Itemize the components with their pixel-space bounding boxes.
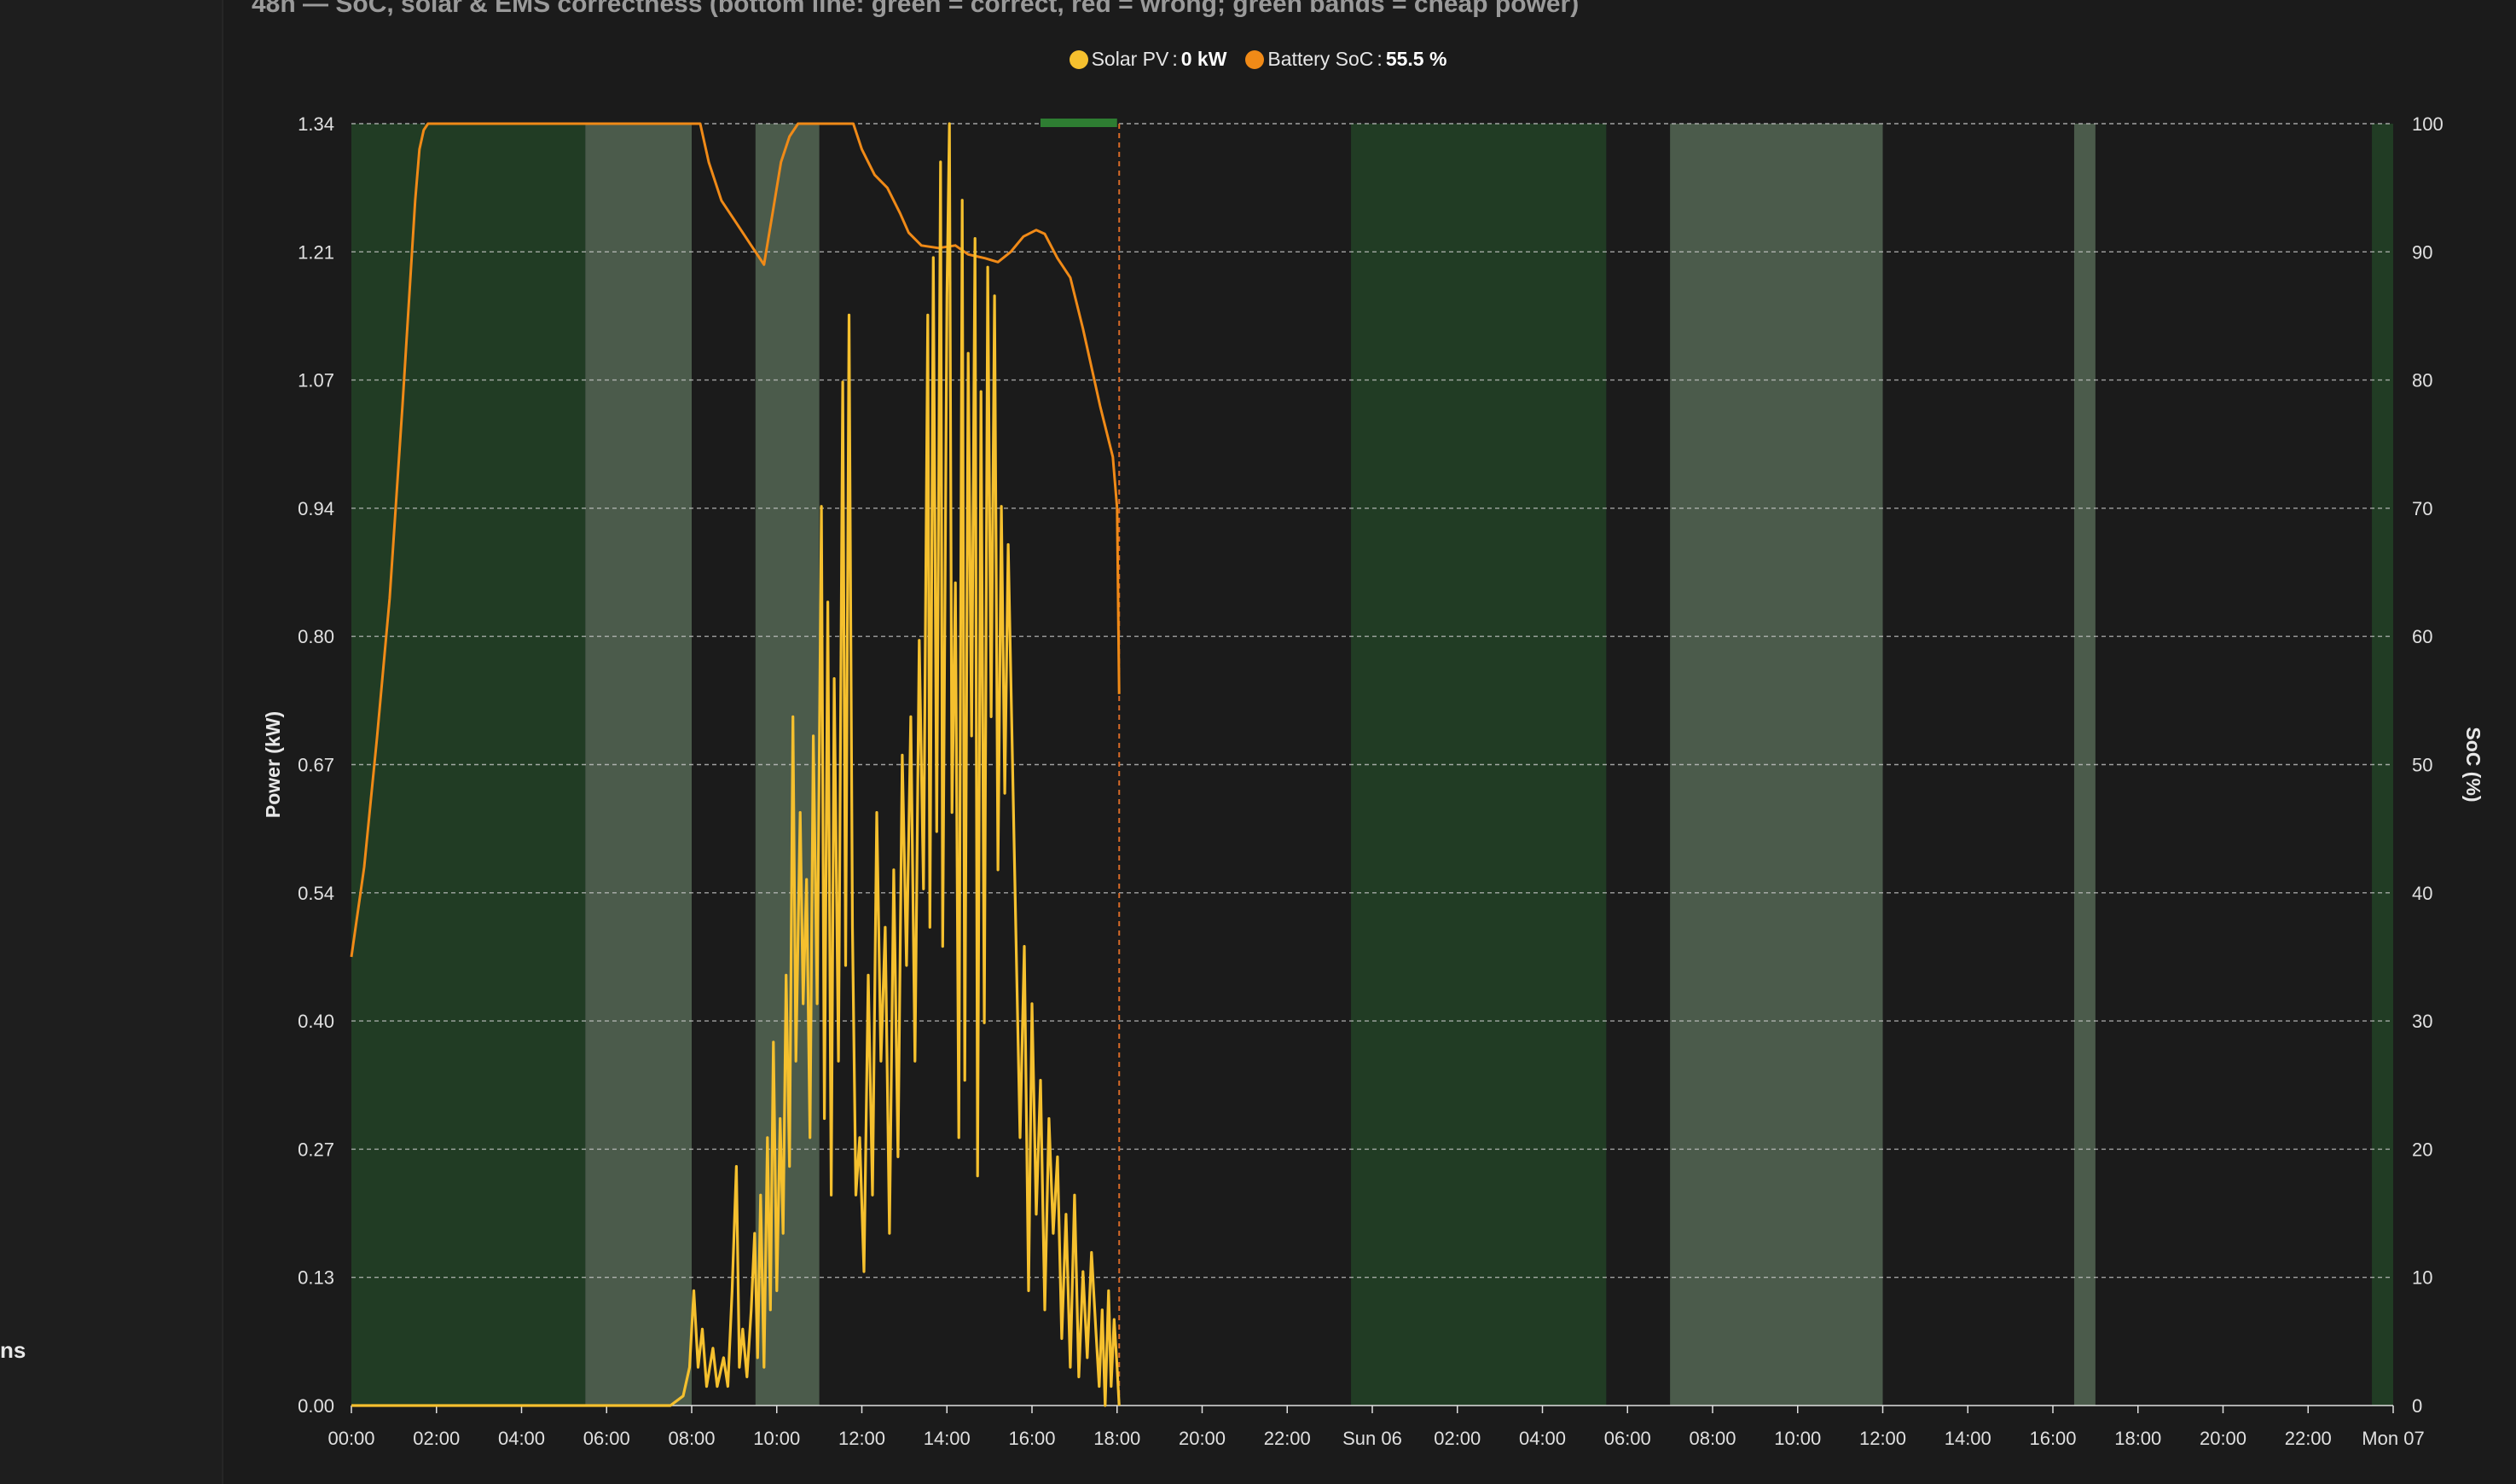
y-left-tick-label: 0.80 xyxy=(298,626,334,647)
y-right-tick-label: 40 xyxy=(2412,883,2432,904)
y-right-tick-label: 70 xyxy=(2412,498,2432,519)
power-soc-chart: 0.00 0 0.13 10 0.27 20 0.40 30 0.54 40 0.67 50 0.80 6… xyxy=(262,113,2484,1449)
y-right-tick-label: 10 xyxy=(2412,1267,2432,1289)
x-tick-label: 04:00 xyxy=(1519,1428,1566,1449)
x-tick-label: 20:00 xyxy=(2200,1428,2246,1449)
x-tick-label: 02:00 xyxy=(413,1428,460,1449)
y-right-axis-title: SoC (%) xyxy=(2462,727,2484,802)
y-left-tick-label: 0.40 xyxy=(298,1011,334,1032)
cheap-power-band-6 xyxy=(2372,124,2393,1406)
x-tick-label: Mon 07 xyxy=(2362,1428,2424,1449)
x-tick-label: Sun 06 xyxy=(1342,1428,1402,1449)
y-right-tick-label: 80 xyxy=(2412,370,2432,391)
x-tick-label: 06:00 xyxy=(1604,1428,1651,1449)
x-tick-label: 06:00 xyxy=(583,1428,630,1449)
y-right-tick-label: 90 xyxy=(2412,241,2432,263)
x-tick-label: 10:00 xyxy=(1774,1428,1821,1449)
x-tick-label: 04:00 xyxy=(498,1428,545,1449)
x-tick-label: 02:00 xyxy=(1434,1428,1481,1449)
x-tick-label: 14:00 xyxy=(924,1428,971,1449)
x-tick-label: 22:00 xyxy=(2285,1428,2332,1449)
x-tick-label: 22:00 xyxy=(1264,1428,1311,1449)
x-tick-label: 08:00 xyxy=(1689,1428,1736,1449)
x-tick-label: 10:00 xyxy=(753,1428,800,1449)
y-left-tick-label: 0.94 xyxy=(298,498,334,519)
y-left-tick-label: 1.07 xyxy=(298,370,334,391)
y-left-tick-label: 0.27 xyxy=(298,1139,334,1160)
y-left-tick-label: 0.13 xyxy=(298,1267,334,1289)
x-tick-label: 00:00 xyxy=(328,1428,374,1449)
y-left-tick-label: 0.54 xyxy=(298,883,334,904)
y-right-tick-label: 30 xyxy=(2412,1011,2432,1032)
x-tick-label: 08:00 xyxy=(668,1428,715,1449)
x-tick-label: 14:00 xyxy=(1945,1428,1991,1449)
x-tick-label: 16:00 xyxy=(2029,1428,2076,1449)
x-tick-label: 12:00 xyxy=(838,1428,885,1449)
y-left-tick-label: 0.67 xyxy=(298,755,334,776)
y-left-tick-label: 1.21 xyxy=(298,241,334,263)
x-tick-label: 12:00 xyxy=(1859,1428,1906,1449)
y-left-axis-title: Power (kW) xyxy=(262,711,284,818)
y-left-tick-label: 0.00 xyxy=(298,1395,334,1417)
cheap-power-band-5 xyxy=(2073,124,2096,1406)
x-tick-label: 20:00 xyxy=(1179,1428,1226,1449)
y-right-tick-label: 100 xyxy=(2412,113,2444,135)
y-right-tick-label: 0 xyxy=(2412,1395,2422,1417)
y-left-tick-label: 1.34 xyxy=(298,113,334,135)
ems-correct-segment-0 xyxy=(1040,119,1117,127)
y-right-tick-label: 50 xyxy=(2412,755,2432,776)
x-tick-label: 18:00 xyxy=(1093,1428,1140,1449)
y-right-tick-label: 20 xyxy=(2412,1139,2432,1160)
y-right-tick-label: 60 xyxy=(2412,626,2432,647)
x-tick-label: 16:00 xyxy=(1008,1428,1055,1449)
x-tick-label: 18:00 xyxy=(2114,1428,2161,1449)
